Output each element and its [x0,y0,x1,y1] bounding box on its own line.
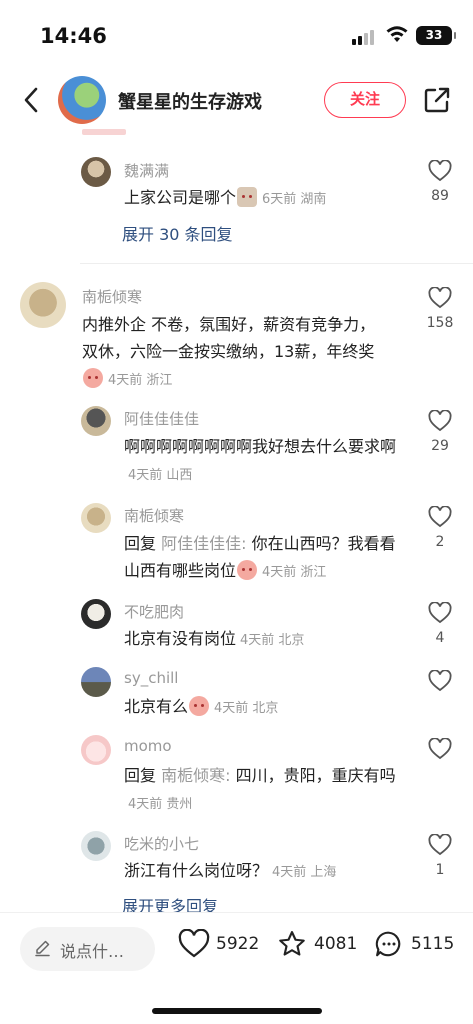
user-avatar[interactable] [81,735,111,765]
heart-icon [428,160,452,182]
wifi-icon [386,26,408,42]
comment-text[interactable]: 上家公司是哪个 6天前 湖南 [124,184,384,213]
emoji-sticker-icon [237,560,258,580]
like-button[interactable]: 1 [420,834,460,878]
like-button[interactable]: 2 [420,506,460,550]
username[interactable]: 不吃肥肉 [124,601,184,622]
comment-text[interactable]: 回复 南栀倾寒: 四川，贵阳，重庆有吗4天前 贵州 [124,762,400,818]
comment-meta: 4天前 浙江 [262,565,327,580]
comment-meta: 4天前 北京 [214,701,279,716]
battery-icon: 33 [416,26,456,45]
share-icon[interactable] [423,86,451,114]
mention-link[interactable]: 南栀倾寒: [161,766,230,785]
like-count: 2 [435,534,445,550]
like-button[interactable]: 158 [420,287,460,331]
user-avatar[interactable] [81,157,111,187]
like-count: 29 [431,438,449,454]
username[interactable]: 吃米的小七 [124,833,199,854]
user-avatar[interactable] [81,667,111,697]
comment-count: 5115 [411,934,455,954]
like-button[interactable]: 4 [420,602,460,646]
home-indicator [152,1008,322,1014]
user-avatar[interactable] [81,503,111,533]
mention-link[interactable]: 阿佳佳佳佳: [161,534,246,553]
comment-meta: 4天前 上海 [272,865,337,880]
pencil-icon [35,940,50,957]
divider [80,263,473,264]
user-avatar[interactable] [81,406,111,436]
like-button[interactable] [420,738,460,766]
partial-content-strip [82,129,126,135]
comment-text[interactable]: 啊啊啊啊啊啊啊啊我好想去什么要求啊4天前 山西 [124,433,400,489]
post-header: 蟹星星的生存游戏 关注 [0,70,473,132]
heart-icon [428,738,452,760]
username[interactable]: momo [124,737,172,755]
collect-button[interactable]: 4081 [276,929,357,959]
comment-text[interactable]: 浙江有什么岗位呀？ 4天前 上海 [124,857,400,886]
heart-icon [428,602,452,624]
collect-count: 4081 [314,934,358,954]
heart-icon [428,834,452,856]
like-count: 4 [435,630,445,646]
username[interactable]: 阿佳佳佳佳 [124,408,199,429]
emoji-sticker-icon [83,368,103,388]
heart-icon [178,929,210,958]
comment-meta: 4天前 山西 [128,468,193,483]
status-bar: 14:46 33 [0,0,473,70]
comment-text[interactable]: 内推外企 不卷，氛围好，薪资有竞争力，双休，六险一金按实缴纳，13薪，年终奖4天… [82,311,382,394]
like-count: 89 [431,188,449,204]
like-button[interactable] [420,670,460,698]
author-avatar[interactable] [58,76,106,124]
comment-text[interactable]: 北京有么 4天前 北京 [124,693,400,722]
user-avatar[interactable] [81,831,111,861]
emoji-sticker-icon [189,696,210,716]
like-count: 5922 [216,934,260,954]
username[interactable]: 南栀倾寒 [82,286,142,307]
author-name[interactable]: 蟹星星的生存游戏 [118,88,262,114]
heart-icon [428,670,452,692]
user-avatar[interactable] [20,282,66,328]
comment-meta: 4天前 浙江 [108,373,173,388]
comment-input-placeholder: 说点什… [60,942,125,961]
heart-icon [428,287,452,309]
like-button[interactable]: 29 [420,410,460,454]
username[interactable]: 南栀倾寒 [124,505,184,526]
comment-text[interactable]: 北京有没有岗位 4天前 北京 [124,625,400,654]
heart-icon [428,506,452,528]
comment-bubble-icon [375,931,401,957]
like-count: 1 [435,862,445,878]
expand-replies-link[interactable]: 展开 30 条回复 [122,221,233,245]
cellular-signal-icon [352,30,374,45]
username[interactable]: 魏满满 [124,160,169,181]
comment-meta: 4天前 贵州 [128,797,193,812]
like-button[interactable]: 89 [420,160,460,204]
status-time: 14:46 [40,24,107,48]
comment-text[interactable]: 回复 阿佳佳佳佳: 你在山西吗？我看看山西有哪些岗位 4天前 浙江 [124,530,400,586]
follow-button[interactable]: 关注 [324,82,406,118]
username[interactable]: sy_chill [124,669,178,687]
like-count: 158 [426,315,454,331]
heart-icon [428,410,452,432]
emoji-sticker-icon [237,187,258,207]
user-avatar[interactable] [81,599,111,629]
comment-meta: 6天前 湖南 [262,192,327,207]
back-arrow-icon[interactable] [20,84,44,116]
comment-meta: 4天前 北京 [240,633,305,648]
star-icon [279,931,305,956]
comment-button[interactable]: 5115 [373,929,454,959]
comment-input[interactable]: 说点什… [20,927,155,971]
like-post-button[interactable]: 5922 [178,929,259,959]
